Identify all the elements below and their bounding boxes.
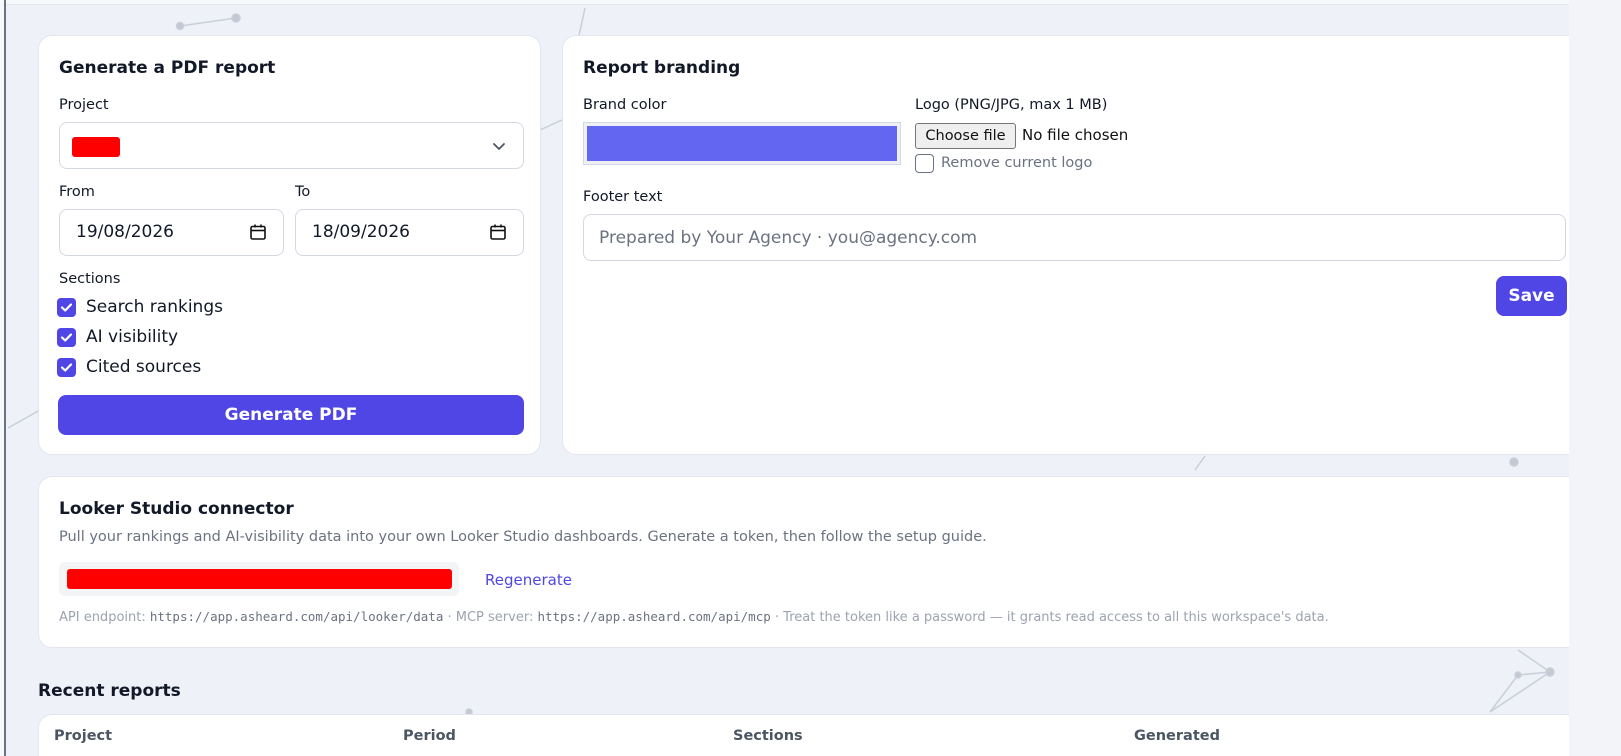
checkbox-checked[interactable] bbox=[57, 298, 76, 317]
to-label: To bbox=[295, 184, 311, 200]
pdf-report-title: Generate a PDF report bbox=[59, 58, 276, 78]
footer-text-field[interactable] bbox=[583, 214, 1566, 261]
to-date-input[interactable]: 18/09/2026 bbox=[295, 209, 524, 256]
checkbox-checked[interactable] bbox=[57, 328, 76, 347]
logo-label: Logo (PNG/JPG, max 1 MB) bbox=[915, 97, 1108, 113]
looker-description: Pull your rankings and AI-visibility dat… bbox=[59, 529, 987, 545]
remove-logo-label[interactable]: Remove current logo bbox=[941, 155, 1092, 171]
recent-reports-title: Recent reports bbox=[38, 681, 181, 701]
redacted-token bbox=[67, 569, 452, 589]
recent-reports-table: Project Period Sections Generated bbox=[38, 714, 1585, 756]
section-label: Search rankings bbox=[86, 297, 223, 317]
from-label: From bbox=[59, 184, 95, 200]
regenerate-link[interactable]: Regenerate bbox=[485, 571, 572, 589]
footer-text-label: Footer text bbox=[583, 189, 663, 205]
brand-color-label: Brand color bbox=[583, 97, 667, 113]
token-field[interactable] bbox=[59, 562, 459, 596]
calendar-icon[interactable] bbox=[249, 223, 267, 241]
redacted-project-name bbox=[72, 137, 120, 157]
checkmark-icon bbox=[60, 303, 73, 312]
top-bar bbox=[6, 0, 1621, 5]
token-warning: · Treat the token like a password — it g… bbox=[770, 610, 1329, 625]
column-header-project[interactable]: Project bbox=[54, 728, 112, 744]
from-date-input[interactable]: 19/08/2026 bbox=[59, 209, 284, 256]
mcp-label: · MCP server: bbox=[443, 610, 538, 625]
project-select[interactable] bbox=[59, 122, 524, 169]
section-label: AI visibility bbox=[86, 327, 179, 347]
project-label: Project bbox=[59, 97, 109, 113]
chevron-down-icon bbox=[493, 143, 505, 150]
calendar-icon[interactable] bbox=[489, 223, 507, 241]
footer-text-input[interactable] bbox=[584, 215, 1565, 260]
brand-color-swatch bbox=[587, 126, 897, 161]
sections-label: Sections bbox=[59, 271, 121, 287]
api-endpoint-label: API endpoint: bbox=[59, 610, 150, 625]
api-endpoint-url: https://app.asheard.com/api/looker/data bbox=[149, 609, 444, 624]
remove-logo-checkbox[interactable] bbox=[915, 154, 934, 173]
pdf-report-card: Generate a PDF report Project From 19/08… bbox=[38, 35, 541, 455]
from-date-value: 19/08/2026 bbox=[76, 222, 174, 242]
choose-file-button[interactable]: Choose file bbox=[915, 123, 1016, 149]
to-date-value: 18/09/2026 bbox=[312, 222, 410, 242]
save-button[interactable]: Save bbox=[1496, 276, 1567, 316]
api-info-line: API endpoint: https://app.asheard.com/ap… bbox=[59, 609, 1329, 625]
generate-pdf-button[interactable]: Generate PDF bbox=[58, 395, 524, 435]
report-branding-card: Report branding Brand color Logo (PNG/JP… bbox=[562, 35, 1585, 455]
file-status-text: No file chosen bbox=[1022, 126, 1129, 144]
checkbox-checked[interactable] bbox=[57, 358, 76, 377]
window-left-edge bbox=[0, 0, 6, 756]
section-label: Cited sources bbox=[86, 357, 202, 377]
mcp-server-url: https://app.asheard.com/api/mcp bbox=[537, 609, 771, 624]
looker-connector-title: Looker Studio connector bbox=[59, 499, 294, 519]
checkmark-icon bbox=[60, 333, 73, 342]
report-branding-title: Report branding bbox=[583, 58, 741, 78]
column-header-period[interactable]: Period bbox=[403, 728, 456, 744]
column-header-generated[interactable]: Generated bbox=[1134, 728, 1220, 744]
brand-color-picker[interactable] bbox=[583, 122, 901, 165]
column-header-sections[interactable]: Sections bbox=[733, 728, 803, 744]
looker-connector-card: Looker Studio connector Pull your rankin… bbox=[38, 476, 1585, 648]
right-gutter bbox=[1569, 0, 1621, 756]
checkmark-icon bbox=[60, 363, 73, 372]
